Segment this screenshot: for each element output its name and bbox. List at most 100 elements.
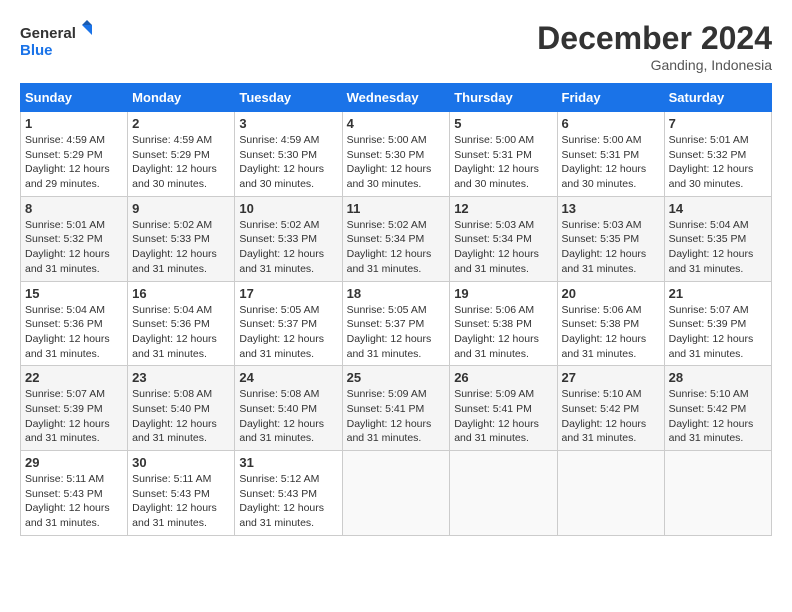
day-number: 25 <box>347 370 446 385</box>
day-number: 12 <box>454 201 552 216</box>
calendar-day-cell: 4 Sunrise: 5:00 AMSunset: 5:30 PMDaylight… <box>342 112 450 197</box>
day-info: Sunrise: 5:05 AMSunset: 5:37 PMDaylight:… <box>239 303 337 362</box>
logo-svg: GeneralBlue <box>20 20 100 65</box>
calendar-day-cell: 23Sunrise: 5:08 AMSunset: 5:40 PMDayligh… <box>128 366 235 451</box>
day-number: 21 <box>669 286 767 301</box>
day-number: 20 <box>562 286 660 301</box>
day-of-week-header: Sunday <box>21 84 128 112</box>
calendar-day-cell: 12 Sunrise: 5:03 AMSunset: 5:34 PMDayligh… <box>450 196 557 281</box>
calendar-day-cell <box>450 451 557 536</box>
calendar-day-cell: 11 Sunrise: 5:02 AMSunset: 5:34 PMDayligh… <box>342 196 450 281</box>
day-info: Sunrise: 5:02 AMSunset: 5:33 PMDaylight:… <box>132 218 230 277</box>
calendar-day-cell: 24 Sunrise: 5:08 AMSunset: 5:40 PMDayligh… <box>235 366 342 451</box>
calendar-week-row: 8 Sunrise: 5:01 AMSunset: 5:32 PMDaylight… <box>21 196 772 281</box>
calendar-day-cell: 19 Sunrise: 5:06 AMSunset: 5:38 PMDayligh… <box>450 281 557 366</box>
day-info: Sunrise: 5:03 AMSunset: 5:35 PMDaylight:… <box>562 218 660 277</box>
calendar-day-cell: 7Sunrise: 5:01 AMSunset: 5:32 PMDaylight… <box>664 112 771 197</box>
calendar-week-row: 15 Sunrise: 5:04 AMSunset: 5:36 PMDayligh… <box>21 281 772 366</box>
day-info: Sunrise: 5:06 AMSunset: 5:38 PMDaylight:… <box>562 303 660 362</box>
day-info: Sunrise: 5:00 AMSunset: 5:30 PMDaylight:… <box>347 133 446 192</box>
calendar-day-cell: 14Sunrise: 5:04 AMSunset: 5:35 PMDayligh… <box>664 196 771 281</box>
day-number: 10 <box>239 201 337 216</box>
day-info: Sunrise: 4:59 AMSunset: 5:29 PMDaylight:… <box>132 133 230 192</box>
calendar-day-cell <box>557 451 664 536</box>
day-number: 3 <box>239 116 337 131</box>
day-number: 18 <box>347 286 446 301</box>
day-info: Sunrise: 5:02 AMSunset: 5:34 PMDaylight:… <box>347 218 446 277</box>
day-number: 28 <box>669 370 767 385</box>
day-number: 23 <box>132 370 230 385</box>
day-number: 17 <box>239 286 337 301</box>
day-of-week-header: Thursday <box>450 84 557 112</box>
calendar-day-cell: 18 Sunrise: 5:05 AMSunset: 5:37 PMDayligh… <box>342 281 450 366</box>
day-info: Sunrise: 5:07 AMSunset: 5:39 PMDaylight:… <box>669 303 767 362</box>
day-info: Sunrise: 5:01 AMSunset: 5:32 PMDaylight:… <box>25 218 123 277</box>
day-info: Sunrise: 4:59 AMSunset: 5:29 PMDaylight:… <box>25 133 123 192</box>
day-info: Sunrise: 5:04 AMSunset: 5:36 PMDaylight:… <box>25 303 123 362</box>
calendar-day-cell: 26Sunrise: 5:09 AMSunset: 5:41 PMDayligh… <box>450 366 557 451</box>
day-number: 1 <box>25 116 123 131</box>
day-number: 7 <box>669 116 767 131</box>
day-number: 2 <box>132 116 230 131</box>
day-of-week-header: Friday <box>557 84 664 112</box>
calendar-day-cell: 9 Sunrise: 5:02 AMSunset: 5:33 PMDaylight… <box>128 196 235 281</box>
calendar-day-cell <box>664 451 771 536</box>
calendar-header-row: SundayMondayTuesdayWednesdayThursdayFrid… <box>21 84 772 112</box>
day-number: 27 <box>562 370 660 385</box>
day-number: 11 <box>347 201 446 216</box>
calendar-day-cell: 25Sunrise: 5:09 AMSunset: 5:41 PMDayligh… <box>342 366 450 451</box>
location: Ganding, Indonesia <box>537 57 772 73</box>
calendar-week-row: 29 Sunrise: 5:11 AMSunset: 5:43 PMDayligh… <box>21 451 772 536</box>
calendar-day-cell: 31Sunrise: 5:12 AMSunset: 5:43 PMDayligh… <box>235 451 342 536</box>
day-number: 15 <box>25 286 123 301</box>
day-number: 14 <box>669 201 767 216</box>
day-number: 9 <box>132 201 230 216</box>
calendar-day-cell: 28 Sunrise: 5:10 AMSunset: 5:42 PMDayligh… <box>664 366 771 451</box>
day-info: Sunrise: 5:05 AMSunset: 5:37 PMDaylight:… <box>347 303 446 362</box>
calendar-day-cell: 16 Sunrise: 5:04 AMSunset: 5:36 PMDayligh… <box>128 281 235 366</box>
day-number: 19 <box>454 286 552 301</box>
day-info: Sunrise: 5:10 AMSunset: 5:42 PMDaylight:… <box>669 387 767 446</box>
day-number: 13 <box>562 201 660 216</box>
calendar-day-cell: 8 Sunrise: 5:01 AMSunset: 5:32 PMDaylight… <box>21 196 128 281</box>
day-info: Sunrise: 5:06 AMSunset: 5:38 PMDaylight:… <box>454 303 552 362</box>
calendar-day-cell: 15 Sunrise: 5:04 AMSunset: 5:36 PMDayligh… <box>21 281 128 366</box>
calendar-week-row: 1 Sunrise: 4:59 AMSunset: 5:29 PMDaylight… <box>21 112 772 197</box>
day-info: Sunrise: 5:03 AMSunset: 5:34 PMDaylight:… <box>454 218 552 277</box>
calendar-day-cell: 2 Sunrise: 4:59 AMSunset: 5:29 PMDaylight… <box>128 112 235 197</box>
day-number: 29 <box>25 455 123 470</box>
calendar-day-cell: 6Sunrise: 5:00 AMSunset: 5:31 PMDaylight… <box>557 112 664 197</box>
day-number: 24 <box>239 370 337 385</box>
day-of-week-header: Saturday <box>664 84 771 112</box>
day-number: 5 <box>454 116 552 131</box>
day-of-week-header: Wednesday <box>342 84 450 112</box>
calendar-day-cell: 30Sunrise: 5:11 AMSunset: 5:43 PMDayligh… <box>128 451 235 536</box>
day-info: Sunrise: 5:09 AMSunset: 5:41 PMDaylight:… <box>454 387 552 446</box>
calendar-table: SundayMondayTuesdayWednesdayThursdayFrid… <box>20 83 772 536</box>
day-number: 4 <box>347 116 446 131</box>
calendar-day-cell: 17 Sunrise: 5:05 AMSunset: 5:37 PMDayligh… <box>235 281 342 366</box>
calendar-day-cell: 27Sunrise: 5:10 AMSunset: 5:42 PMDayligh… <box>557 366 664 451</box>
day-number: 31 <box>239 455 337 470</box>
day-of-week-header: Monday <box>128 84 235 112</box>
day-number: 30 <box>132 455 230 470</box>
day-info: Sunrise: 5:08 AMSunset: 5:40 PMDaylight:… <box>239 387 337 446</box>
day-number: 8 <box>25 201 123 216</box>
day-number: 6 <box>562 116 660 131</box>
calendar-week-row: 22 Sunrise: 5:07 AMSunset: 5:39 PMDayligh… <box>21 366 772 451</box>
calendar-day-cell: 1 Sunrise: 4:59 AMSunset: 5:29 PMDaylight… <box>21 112 128 197</box>
day-info: Sunrise: 5:07 AMSunset: 5:39 PMDaylight:… <box>25 387 123 446</box>
day-info: Sunrise: 4:59 AMSunset: 5:30 PMDaylight:… <box>239 133 337 192</box>
day-info: Sunrise: 5:11 AMSunset: 5:43 PMDaylight:… <box>25 472 123 531</box>
day-of-week-header: Tuesday <box>235 84 342 112</box>
calendar-day-cell: 20 Sunrise: 5:06 AMSunset: 5:38 PMDayligh… <box>557 281 664 366</box>
calendar-day-cell: 3 Sunrise: 4:59 AMSunset: 5:30 PMDaylight… <box>235 112 342 197</box>
day-number: 16 <box>132 286 230 301</box>
calendar-day-cell: 5Sunrise: 5:00 AMSunset: 5:31 PMDaylight… <box>450 112 557 197</box>
month-title: December 2024 <box>537 20 772 57</box>
day-number: 22 <box>25 370 123 385</box>
calendar-day-cell: 29 Sunrise: 5:11 AMSunset: 5:43 PMDayligh… <box>21 451 128 536</box>
title-block: December 2024 Ganding, Indonesia <box>537 20 772 73</box>
day-info: Sunrise: 5:04 AMSunset: 5:36 PMDaylight:… <box>132 303 230 362</box>
calendar-day-cell: 21 Sunrise: 5:07 AMSunset: 5:39 PMDayligh… <box>664 281 771 366</box>
